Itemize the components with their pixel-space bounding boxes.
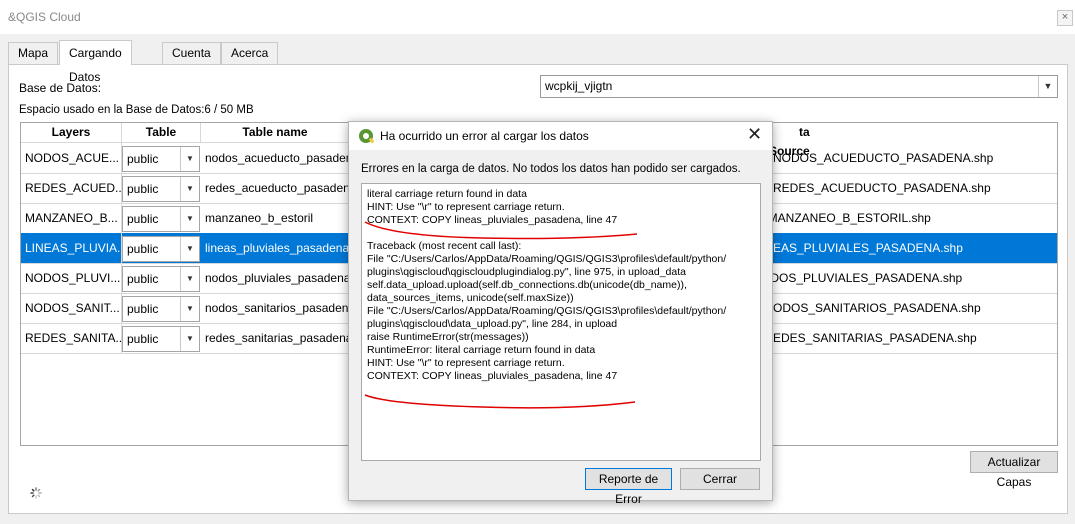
loading-spinner-icon bbox=[30, 487, 42, 499]
schema-select-value: public bbox=[127, 332, 159, 346]
cell-table-name[interactable]: nodos_pluviales_pasadena bbox=[201, 263, 350, 293]
report-error-button[interactable]: Reporte de Error bbox=[585, 468, 672, 506]
cell-data-source[interactable]: INEAS_PLUVIALES_PASADENA.shp bbox=[761, 233, 1053, 263]
cell-table-name[interactable]: nodos_acueducto_pasadena bbox=[201, 143, 350, 173]
cell-data-source[interactable]: D/NODOS_ACUEDUCTO_PASADENA.shp bbox=[761, 143, 1053, 173]
red-underline-annotations bbox=[364, 221, 638, 409]
window-titlebar: &QGIS Cloud × bbox=[0, 0, 1075, 34]
schema-select[interactable]: public ▼ bbox=[122, 296, 200, 322]
cell-table-name[interactable]: redes_acueducto_pasadena bbox=[201, 173, 350, 203]
database-select-value: wcpkij_vjigtn bbox=[545, 79, 613, 93]
cell-layer[interactable]: REDES_SANITA... bbox=[21, 323, 122, 353]
cell-table-name[interactable]: nodos_sanitarios_pasadena bbox=[201, 293, 350, 323]
window-close-button[interactable]: × bbox=[1057, 10, 1073, 26]
schema-select[interactable]: public ▼ bbox=[122, 236, 200, 262]
cell-table-name[interactable]: lineas_pluviales_pasadena bbox=[201, 233, 350, 263]
cell-layer[interactable]: REDES_ACUED... bbox=[21, 173, 122, 203]
dialog-message: Errores en la carga de datos. No todos l… bbox=[361, 163, 741, 175]
error-dialog: Ha ocurrido un error al cargar los datos… bbox=[348, 121, 773, 506]
schema-select[interactable]: public ▼ bbox=[122, 176, 200, 202]
tab-acerca-de[interactable]: Acerca de bbox=[221, 42, 279, 81]
schema-select-value: public bbox=[127, 302, 159, 316]
database-select[interactable]: wcpkij_vjigtn ▼ bbox=[540, 75, 1058, 98]
chevron-down-icon[interactable]: ▼ bbox=[180, 207, 199, 231]
schema-select-value: public bbox=[127, 182, 159, 196]
cell-data-source[interactable]: /REDES_SANITARIAS_PASADENA.shp bbox=[761, 323, 1053, 353]
dialog-titlebar: Ha ocurrido un error al cargar los datos… bbox=[349, 122, 772, 150]
cell-data-source[interactable]: D/REDES_ACUEDUCTO_PASADENA.shp bbox=[761, 173, 1053, 203]
red-underline-1 bbox=[364, 221, 638, 240]
schema-select-value: public bbox=[127, 152, 159, 166]
dialog-title: Ha ocurrido un error al cargar los datos bbox=[380, 129, 589, 143]
database-usage-text: Espacio usado en la Base de Datos:6 / 50… bbox=[19, 104, 254, 116]
cell-table-name[interactable]: redes_sanitarias_pasadena bbox=[201, 323, 350, 353]
chevron-down-icon[interactable]: ▼ bbox=[180, 327, 199, 351]
cell-layer[interactable]: LINEAS_PLUVIA... bbox=[21, 233, 122, 263]
chevron-down-icon[interactable]: ▼ bbox=[180, 177, 199, 201]
cell-layer[interactable]: MANZANEO_B... bbox=[21, 203, 122, 233]
schema-select-value: public bbox=[127, 272, 159, 286]
column-header-table-schema[interactable]: Table Schema bbox=[122, 123, 201, 158]
column-header-table-name[interactable]: Table name bbox=[201, 123, 350, 143]
cell-data-source[interactable]: ODOS_PLUVIALES_PASADENA.shp bbox=[761, 263, 1053, 293]
cell-table-name[interactable]: manzaneo_b_estoril bbox=[201, 203, 350, 233]
cell-layer[interactable]: NODOS_PLUVI... bbox=[21, 263, 122, 293]
cell-data-source[interactable]: /NODOS_SANITARIOS_PASADENA.shp bbox=[761, 293, 1053, 323]
cell-layer[interactable]: NODOS_ACUE... bbox=[21, 143, 122, 173]
error-details-textbox[interactable]: literal carriage return found in data HIN… bbox=[361, 183, 761, 461]
chevron-down-icon[interactable]: ▼ bbox=[1038, 76, 1057, 97]
tab-mapa[interactable]: Mapa bbox=[8, 42, 59, 64]
column-header-layers[interactable]: Layers bbox=[21, 123, 122, 143]
schema-select-value: public bbox=[127, 212, 159, 226]
refresh-layers-button[interactable]: Actualizar Capas bbox=[970, 451, 1058, 489]
cell-data-source[interactable]: ./MANZANEO_B_ESTORIL.shp bbox=[761, 203, 1053, 233]
chevron-down-icon[interactable]: ▼ bbox=[180, 267, 199, 291]
red-underline-2 bbox=[364, 394, 636, 409]
chevron-down-icon[interactable]: ▼ bbox=[180, 297, 199, 321]
chevron-down-icon[interactable]: ▼ bbox=[180, 147, 199, 171]
cell-layer[interactable]: NODOS_SANIT... bbox=[21, 293, 122, 323]
schema-select[interactable]: public ▼ bbox=[122, 326, 200, 352]
schema-select-value: public bbox=[127, 242, 159, 256]
dialog-close-icon[interactable]: ✕ bbox=[747, 124, 762, 145]
tab-cargando-datos[interactable]: Cargando Datos bbox=[59, 40, 132, 84]
schema-select[interactable]: public ▼ bbox=[122, 146, 200, 172]
tab-cuenta[interactable]: Cuenta bbox=[162, 42, 221, 64]
window-title: &QGIS Cloud bbox=[8, 10, 81, 24]
schema-select[interactable]: public ▼ bbox=[122, 266, 200, 292]
qgis-logo-icon bbox=[359, 129, 375, 144]
close-dialog-button[interactable]: Cerrar bbox=[680, 468, 760, 490]
schema-select[interactable]: public ▼ bbox=[122, 206, 200, 232]
chevron-down-icon[interactable]: ▼ bbox=[180, 237, 199, 261]
